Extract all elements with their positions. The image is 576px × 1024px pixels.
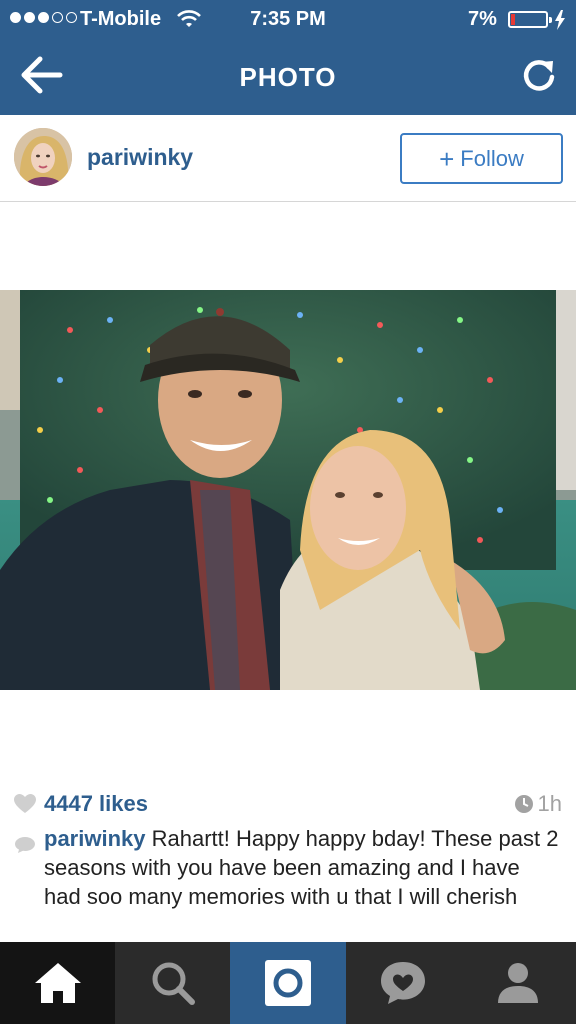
post-header: pariwinky + Follow bbox=[0, 115, 576, 202]
post-time-label: 1h bbox=[537, 791, 562, 816]
comment-icon bbox=[14, 832, 36, 861]
likes-count[interactable]: 4447 likes bbox=[44, 791, 148, 817]
post-photo[interactable] bbox=[0, 290, 576, 690]
page-title: PHOTO bbox=[239, 62, 337, 92]
tab-camera[interactable] bbox=[230, 942, 346, 1024]
follow-label: Follow bbox=[460, 145, 524, 171]
tab-bar bbox=[0, 942, 576, 1024]
caption: pariwinky Rahartt! Happy happy bday! The… bbox=[14, 824, 559, 911]
tab-profile[interactable] bbox=[461, 942, 576, 1024]
heart-bubble-icon bbox=[381, 962, 426, 1004]
tab-home[interactable] bbox=[0, 942, 116, 1024]
post-time: 1h bbox=[514, 791, 562, 817]
top-bar: T-Mobile 7:35 PM 7% PHOTO bbox=[0, 0, 576, 115]
heart-icon bbox=[14, 794, 36, 819]
follow-button[interactable]: + Follow bbox=[400, 133, 563, 184]
battery-icon bbox=[508, 11, 552, 28]
battery-percentage: 7% bbox=[468, 8, 497, 30]
charging-icon bbox=[554, 10, 566, 36]
tab-activity[interactable] bbox=[346, 942, 461, 1024]
camera-icon bbox=[264, 960, 311, 1006]
post-username[interactable]: pariwinky bbox=[87, 144, 193, 171]
person-icon bbox=[498, 963, 539, 1003]
refresh-icon[interactable] bbox=[519, 57, 559, 97]
avatar[interactable] bbox=[14, 128, 72, 186]
likes-row: 4447 likes 1h bbox=[14, 790, 564, 818]
home-icon bbox=[34, 963, 81, 1003]
tab-explore[interactable] bbox=[115, 942, 230, 1024]
clock-icon bbox=[514, 795, 533, 813]
plus-icon: + bbox=[439, 143, 455, 174]
search-icon bbox=[152, 962, 195, 1005]
status-bar: T-Mobile 7:35 PM 7% bbox=[0, 0, 576, 40]
navigation-bar: PHOTO bbox=[0, 40, 576, 115]
caption-username[interactable]: pariwinky bbox=[44, 826, 145, 851]
